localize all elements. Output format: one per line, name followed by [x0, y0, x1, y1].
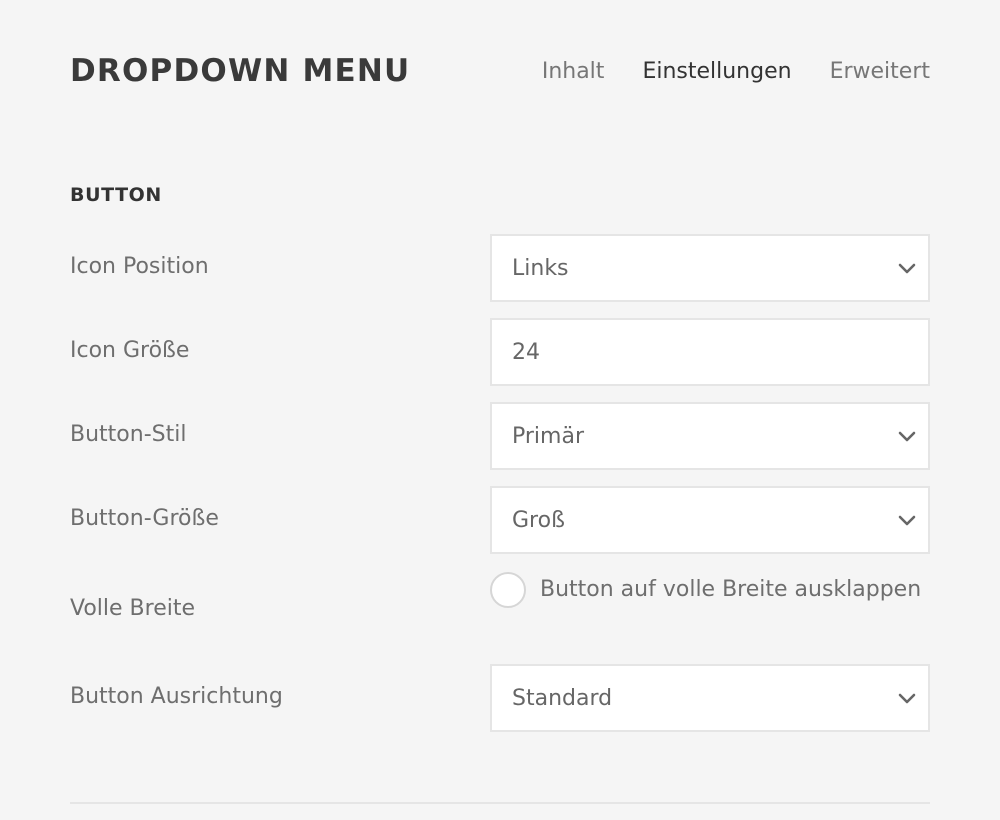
chevron-down-icon: [898, 693, 916, 704]
section-heading-button: BUTTON: [70, 184, 162, 206]
tab-einstellungen[interactable]: Einstellungen: [642, 54, 791, 90]
tab-bar: Inhalt Einstellungen Erweitert: [504, 54, 930, 90]
tab-inhalt[interactable]: Inhalt: [542, 54, 605, 90]
button-size-select[interactable]: Groß: [490, 486, 930, 554]
button-alignment-label: Button Ausrichtung: [70, 684, 283, 709]
icon-position-value: Links: [512, 256, 569, 281]
icon-size-value: 24: [512, 340, 540, 365]
section-divider: [70, 802, 930, 804]
panel-header: DROPDOWN MENU Inhalt Einstellungen Erwei…: [70, 40, 930, 104]
full-width-label: Volle Breite: [70, 596, 196, 621]
button-size-value: Groß: [512, 508, 565, 533]
button-style-label: Button-Stil: [70, 422, 187, 447]
button-alignment-select[interactable]: Standard: [490, 664, 930, 732]
page-title: DROPDOWN MENU: [70, 53, 411, 89]
button-alignment-value: Standard: [512, 686, 613, 711]
icon-size-input[interactable]: 24: [490, 318, 930, 386]
tab-erweitert[interactable]: Erweitert: [830, 54, 930, 90]
button-size-label: Button-Größe: [70, 506, 219, 531]
chevron-down-icon: [898, 431, 916, 442]
icon-position-select[interactable]: Links: [490, 234, 930, 302]
button-style-value: Primär: [512, 424, 584, 449]
button-style-select[interactable]: Primär: [490, 402, 930, 470]
chevron-down-icon: [898, 263, 916, 274]
icon-position-label: Icon Position: [70, 254, 209, 279]
full-width-checkbox[interactable]: [490, 572, 526, 608]
full-width-checkbox-label[interactable]: Button auf volle Breite ausklappen: [490, 570, 930, 610]
icon-size-label: Icon Größe: [70, 338, 190, 363]
chevron-down-icon: [898, 515, 916, 526]
